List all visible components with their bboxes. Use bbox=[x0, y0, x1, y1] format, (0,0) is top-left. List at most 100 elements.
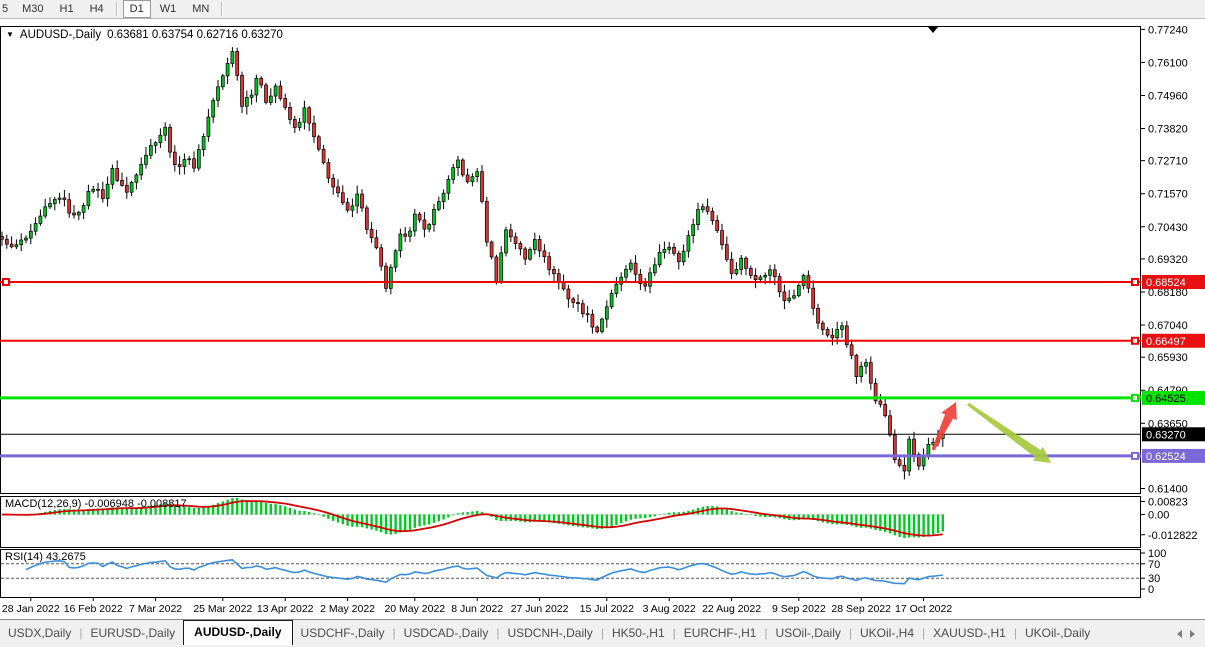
date-label: 22 Aug 2022 bbox=[702, 603, 761, 615]
line-handle[interactable] bbox=[1131, 451, 1139, 460]
date-label: 28 Jan 2022 bbox=[2, 603, 60, 615]
tab-eurusd-daily[interactable]: EURUSD-,Daily bbox=[82, 622, 183, 646]
tab-usdcnh-daily[interactable]: USDCNH-,Daily bbox=[499, 622, 600, 646]
tab-eurchf-h1[interactable]: EURCHF-,H1 bbox=[676, 622, 765, 646]
tab-usdx-daily[interactable]: USDX,Daily bbox=[0, 622, 79, 646]
candle bbox=[278, 85, 283, 99]
candle bbox=[513, 236, 518, 244]
macd-axis-label: 0.00823 bbox=[1148, 496, 1188, 508]
candle bbox=[388, 266, 393, 289]
candle bbox=[739, 257, 744, 270]
candle bbox=[230, 51, 235, 64]
candle bbox=[307, 107, 312, 124]
candle bbox=[345, 202, 350, 211]
timeframe-button-w1[interactable]: W1 bbox=[153, 0, 184, 18]
candle bbox=[662, 249, 667, 253]
candle bbox=[264, 84, 268, 103]
date-label: 25 Mar 2022 bbox=[193, 603, 252, 615]
candle bbox=[72, 212, 76, 216]
candle bbox=[336, 186, 340, 194]
line-handle[interactable] bbox=[2, 278, 10, 286]
candle bbox=[897, 459, 902, 466]
candle bbox=[859, 365, 864, 378]
candle bbox=[172, 151, 177, 165]
candle bbox=[566, 288, 571, 300]
date-axis: 28 Jan 2022 16 Feb 2022 7 Mar 2022 25 Mar 2… bbox=[2, 597, 952, 615]
candle bbox=[700, 206, 705, 210]
tab-hk50-h1[interactable]: HK50-,H1 bbox=[604, 622, 673, 646]
date-label: 15 Jul 2022 bbox=[580, 603, 634, 615]
date-label: 27 Jun 2022 bbox=[511, 603, 569, 615]
candle bbox=[182, 159, 187, 167]
tab-audusd-daily[interactable]: AUDUSD-,Daily bbox=[183, 620, 293, 646]
timeframe-button-mn[interactable]: MN bbox=[185, 0, 216, 18]
price-axis-label: 0.61400 bbox=[1148, 483, 1188, 495]
rsi-axis-label: 0 bbox=[1148, 584, 1154, 596]
candle bbox=[864, 362, 868, 367]
macd-indicator-label: MACD(12,26,9) -0.006948 -0.008817 bbox=[5, 498, 187, 510]
price-axis-label: 0.77240 bbox=[1148, 24, 1188, 36]
chart-canvas: 0.77240 0.76100 0.74960 0.73820 0.72710 0.715… bbox=[0, 24, 1205, 615]
candle bbox=[19, 239, 24, 245]
candle bbox=[355, 193, 360, 207]
tab-xauusd-h1[interactable]: XAUUSD-,H1 bbox=[925, 622, 1014, 646]
candle bbox=[398, 233, 403, 252]
timeframe-button-5[interactable]: 5 bbox=[0, 0, 13, 18]
date-label: 28 Sep 2022 bbox=[831, 603, 891, 615]
price-axis-label: 0.72710 bbox=[1148, 156, 1188, 168]
candle bbox=[710, 210, 715, 221]
candle bbox=[297, 121, 302, 128]
candle bbox=[652, 264, 657, 274]
candle bbox=[163, 126, 168, 136]
line-handle[interactable] bbox=[1131, 393, 1139, 402]
candle bbox=[883, 403, 888, 417]
candle bbox=[528, 249, 532, 260]
candle bbox=[4, 238, 9, 245]
symbol-dropdown-icon[interactable]: ▼ bbox=[6, 30, 14, 39]
candle bbox=[292, 119, 297, 128]
timeframe-button-h4[interactable]: H4 bbox=[83, 0, 111, 18]
tab-ukoil-daily[interactable]: UKOil-,Daily bbox=[1017, 622, 1098, 646]
candle bbox=[24, 237, 28, 241]
candle bbox=[720, 230, 724, 246]
indicator-axes: 0.008230.00-0.01282210070300 bbox=[1141, 496, 1198, 596]
tab-usdcad-daily[interactable]: USDCAD-,Daily bbox=[396, 622, 497, 646]
tab-usdchf-daily[interactable]: USDCHF-,Daily bbox=[293, 622, 393, 646]
price-panel bbox=[0, 26, 1141, 494]
candle bbox=[585, 313, 590, 316]
candle bbox=[470, 176, 475, 183]
candle bbox=[43, 206, 48, 217]
candle bbox=[748, 268, 753, 276]
candle bbox=[801, 275, 806, 286]
candle bbox=[158, 134, 163, 144]
tab-ukoil-h4[interactable]: UKOil-,H4 bbox=[852, 622, 922, 646]
price-tag-label: 0.66497 bbox=[1146, 336, 1186, 348]
timeframe-button-h1[interactable]: H1 bbox=[53, 0, 81, 18]
candle bbox=[811, 287, 816, 309]
price-axis-label: 0.71570 bbox=[1148, 189, 1188, 201]
tabs-scroll-right-icon[interactable] bbox=[1190, 630, 1195, 638]
candle bbox=[67, 199, 72, 214]
candle bbox=[912, 438, 916, 455]
date-label: 20 May 2022 bbox=[384, 603, 445, 615]
price-axis-label: 0.76100 bbox=[1148, 57, 1188, 69]
candle bbox=[715, 220, 720, 231]
candle bbox=[604, 306, 609, 320]
candle bbox=[787, 297, 792, 301]
candle bbox=[456, 159, 460, 168]
candle bbox=[542, 250, 547, 258]
line-handle[interactable] bbox=[1131, 336, 1139, 345]
timeframe-button-m30[interactable]: M30 bbox=[15, 0, 50, 18]
price-axis-label: 0.74960 bbox=[1148, 90, 1188, 102]
candle bbox=[758, 276, 763, 280]
candle bbox=[628, 262, 633, 270]
candle bbox=[393, 250, 398, 268]
candle bbox=[484, 201, 489, 243]
tabs-scroll-left-icon[interactable] bbox=[1177, 630, 1182, 638]
date-label: 7 Mar 2022 bbox=[129, 603, 182, 615]
tab-usoil-daily[interactable]: USOil-,Daily bbox=[768, 622, 849, 646]
timeframe-button-d1[interactable]: D1 bbox=[122, 0, 151, 18]
line-handle[interactable] bbox=[1131, 278, 1139, 286]
price-tag-label: 0.68524 bbox=[1146, 277, 1186, 289]
candle bbox=[624, 269, 628, 278]
